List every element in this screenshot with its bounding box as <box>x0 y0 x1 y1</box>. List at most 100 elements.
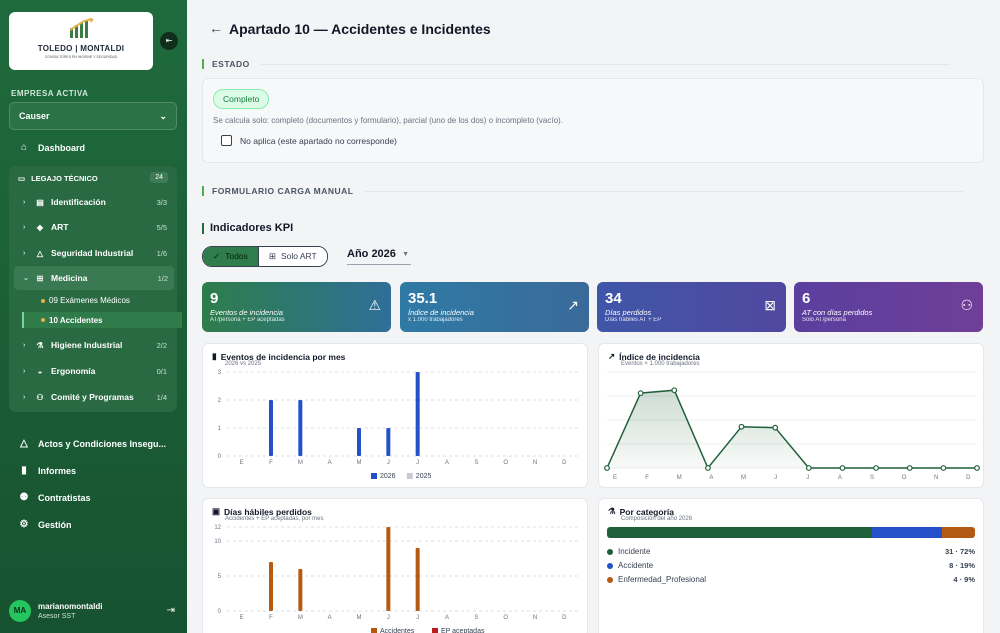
data-point <box>839 465 846 471</box>
filter-todos-button[interactable]: ✓ Todos <box>203 247 258 266</box>
legend-swatch <box>371 628 377 633</box>
x-tick-label: S <box>474 460 478 466</box>
x-tick-label: M <box>298 460 303 466</box>
empresa-select[interactable]: Causer ⌄ <box>9 102 177 130</box>
section-accent <box>202 222 204 234</box>
user-plus-icon: ⚉ <box>19 492 29 503</box>
user-name: marianomontaldi <box>38 602 103 611</box>
x-tick-label: O <box>503 460 508 466</box>
legend-label: EP aceptadas <box>441 628 485 633</box>
section-ergonomia[interactable]: › ◒ Ergonomía 0/1 <box>23 363 173 379</box>
filter-todos-label: Todos <box>225 251 248 261</box>
company-logo[interactable]: TOLEDO | MONTALDI CONSULTORES EN HIGIENE… <box>9 12 153 70</box>
filter-solo-art-button[interactable]: ⊞ Solo ART <box>257 247 327 266</box>
x-tick-label: F <box>645 475 649 481</box>
category-label: Incidente <box>618 547 651 556</box>
estado-heading: ESTADO <box>212 59 250 69</box>
estado-card: Completo Se calcula solo: completo (docu… <box>202 78 984 163</box>
data-point <box>604 465 610 471</box>
logo-mark-icon <box>69 18 94 38</box>
avatar[interactable]: MA <box>9 600 31 622</box>
y-tick-label: 3 <box>218 370 222 376</box>
y-tick-label: 12 <box>214 525 221 531</box>
legend-swatch <box>371 473 377 479</box>
x-tick-label: O <box>902 475 907 481</box>
bar-2026 <box>415 372 420 456</box>
data-point <box>805 465 812 471</box>
category-label: Accidente <box>618 561 654 570</box>
section-accent <box>202 186 204 196</box>
nav-actos-condiciones[interactable]: △ Actos y Condiciones Insegu... <box>18 438 166 449</box>
logout-icon[interactable]: ⇥ <box>167 605 175 616</box>
divider <box>363 190 964 192</box>
y-tick-label: 10 <box>214 539 221 545</box>
back-arrow-icon[interactable]: ← <box>209 20 223 36</box>
home-icon: ⌂ <box>20 142 28 153</box>
kpi-value: 9 <box>210 290 219 307</box>
eventos-bar-chart: 0 1 2 3 E F M A M J J A S O N D 2026 2025 <box>218 370 579 480</box>
logo-name: TOLEDO | MONTALDI <box>37 44 125 53</box>
section-medicina[interactable]: ⌄ ⊞ Medicina 1/2 <box>14 266 174 290</box>
x-tick-label: A <box>838 475 842 481</box>
x-tick-label: A <box>328 460 332 466</box>
y-tick-label: 1 <box>218 426 222 432</box>
data-point <box>705 465 711 471</box>
chart-subtitle: Composición del año 2026 <box>621 516 693 522</box>
sub-item-accidentes[interactable]: 10 Accidentes <box>22 312 182 328</box>
section-seguridad-industrial[interactable]: › △ Seguridad Industrial 1/6 <box>23 245 173 261</box>
x-tick-label: J <box>416 460 419 466</box>
nav-dashboard[interactable]: ⌂ Dashboard <box>18 142 85 153</box>
page-title: Apartado 10 — Accidentes e Incidentes <box>229 21 491 37</box>
kpi-sub: x 1.000 trabajadores <box>408 317 463 323</box>
year-select[interactable]: Año 2026 ▼ <box>347 248 411 265</box>
filter-solo-art-label: Solo ART <box>280 251 317 261</box>
kpi-card-at-dias: 6 AT con días perdidos Solo AT/persona ⚇ <box>794 282 983 332</box>
nav-label: Contratistas <box>38 492 91 503</box>
section-label: Ergonomía <box>51 366 96 376</box>
section-art[interactable]: › ◈ ART 5/5 <box>23 219 173 235</box>
x-tick-label: D <box>562 460 567 466</box>
collapse-sidebar-button[interactable]: ⇤ <box>160 32 178 50</box>
legajo-header[interactable]: ▭ LEGAJO TÉCNICO <box>18 174 98 183</box>
section-comite-programas[interactable]: › ⚇ Comité y Programas 1/4 <box>23 389 173 405</box>
bar-Accidentes <box>298 569 303 611</box>
bar-chart-icon: ▮ <box>21 465 27 476</box>
bar-2026 <box>298 400 303 456</box>
x-tick-label: A <box>709 475 713 481</box>
estado-section-title: ESTADO <box>202 59 984 69</box>
bar-Accidentes <box>386 527 391 611</box>
kpi-label: AT con días perdidos <box>802 308 873 317</box>
sub-item-examenes-medicos[interactable]: 09 Exámenes Médicos <box>41 296 130 305</box>
y-tick-label: 2 <box>218 398 222 404</box>
status-badge: Completo <box>213 89 270 109</box>
no-aplica-checkbox[interactable] <box>221 135 232 146</box>
section-count: 2/2 <box>156 340 167 350</box>
data-point <box>906 465 913 471</box>
section-identificacion[interactable]: › ▤ Identificación 3/3 <box>23 194 173 210</box>
divider <box>259 63 950 65</box>
check-icon: ✓ <box>213 251 221 261</box>
sub-item-label: 09 Exámenes Médicos <box>49 296 130 305</box>
nav-informes[interactable]: ▮ Informes <box>18 465 76 476</box>
x-tick-label: D <box>562 615 567 621</box>
kpi-label: Días perdidos <box>605 308 652 317</box>
x-tick-label: A <box>328 615 332 621</box>
indice-area-chart: EFMAMJJASOND <box>604 371 980 481</box>
chart-card-eventos: ▮ Eventos de incidencia por mes 2026 vs 2… <box>202 343 588 488</box>
data-point <box>637 390 644 397</box>
chart-card-indice: ↗ Índice de incidencia Eventos × 1.000 tr… <box>598 343 984 488</box>
legend-swatch <box>406 473 413 479</box>
x-tick-label: J <box>387 615 390 621</box>
category-stacked-bar <box>607 527 975 538</box>
status-dot-icon <box>41 298 45 303</box>
nav-gestion[interactable]: ⚙ Gestión <box>18 519 72 530</box>
legend-swatch <box>607 562 613 569</box>
nav-contratistas[interactable]: ⚉ Contratistas <box>18 492 91 503</box>
x-tick-label: M <box>357 460 362 466</box>
no-aplica-label[interactable]: No aplica (este apartado no corresponde) <box>240 136 397 146</box>
kpi-label: Índice de incidencia <box>408 308 474 317</box>
section-higiene-industrial[interactable]: › ⚗ Higiene Industrial 2/2 <box>23 337 173 353</box>
legajo-tecnico-group: ▭ LEGAJO TÉCNICO 24 › ▤ Identificación 3… <box>9 166 182 412</box>
calendar-x-icon: ⊠ <box>764 297 776 313</box>
chevron-right-icon: › <box>23 249 26 257</box>
